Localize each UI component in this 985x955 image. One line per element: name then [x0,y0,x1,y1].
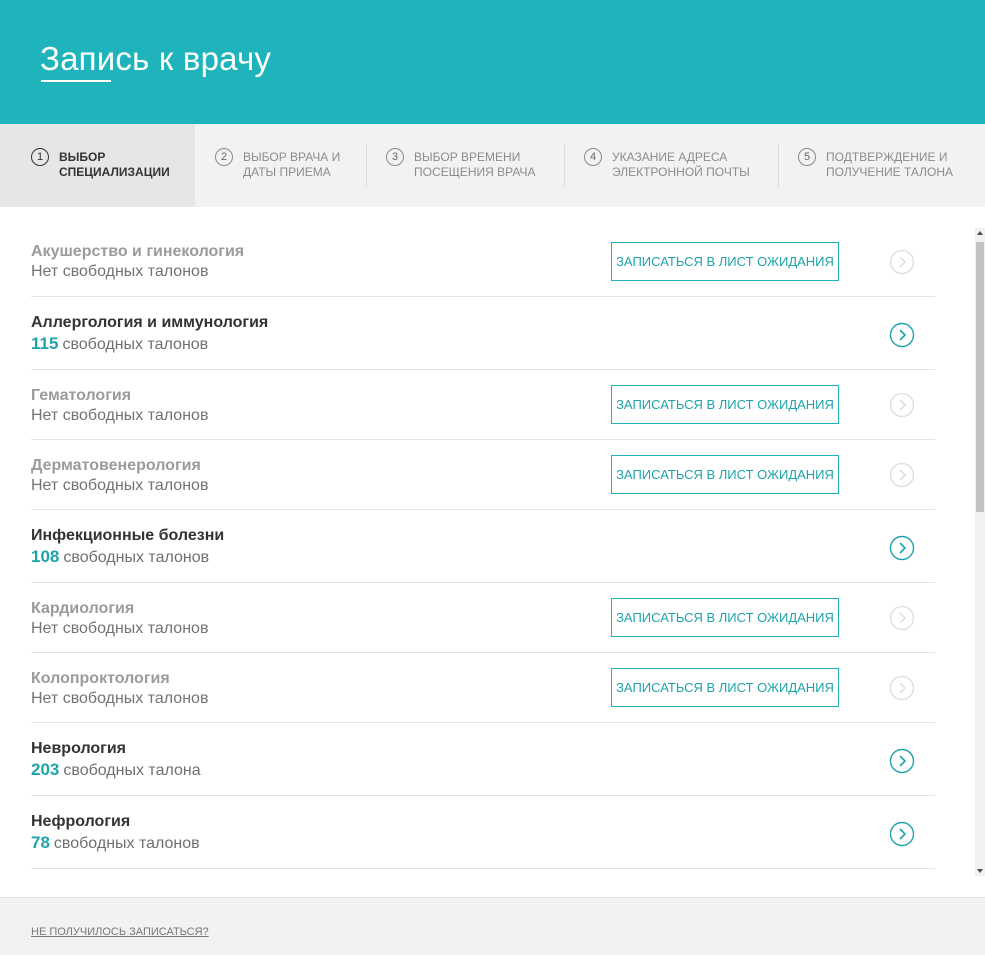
slots-text: свободных талонов [63,549,210,566]
specialty-name: Аллергология и иммунология [31,314,269,331]
specialty-name: Неврология [31,740,126,757]
specialty-name: Дерматовенерология [31,457,201,474]
specialty-row[interactable]: Гематология Нет свободных талонов Записа… [31,370,935,440]
waitlist-button[interactable]: Записаться в лист ожидания [611,598,839,637]
slots-text: свободных талонов [53,835,200,852]
slots-status: 203 свободных талона [31,760,201,780]
scroll-down-icon[interactable] [977,869,983,873]
specialty-row[interactable]: Акушерство и гинекология Нет свободных т… [31,226,935,297]
waitlist-button[interactable]: Записаться в лист ожидания [611,668,839,707]
page-header: Запись к врачу [0,0,985,124]
specialty-row[interactable]: Дерматовенерология Нет свободных талонов… [31,440,935,510]
specialty-row[interactable]: Неврология 203 свободных талона [31,723,935,796]
scroll-up-icon[interactable] [977,231,983,235]
step-number: 2 [215,148,233,166]
specialty-name: Гематология [31,387,132,404]
page-footer: Не получилось записаться? [0,897,985,955]
chevron-right-icon[interactable] [889,821,915,847]
specialty-row[interactable]: Нефрология 78 свободных талонов [31,796,935,869]
chevron-right-icon[interactable] [889,462,915,488]
specialty-name: Кардиология [31,600,135,617]
chevron-right-icon[interactable] [889,249,915,275]
step-number: 3 [386,148,404,166]
chevron-right-icon[interactable] [889,748,915,774]
slots-status: 78 свободных талонов [31,833,200,853]
chevron-right-icon[interactable] [889,322,915,348]
specialty-row[interactable]: Аллергология и иммунология 115 свободных … [31,297,935,370]
slots-text: свободных талонов [62,336,209,353]
step-label: Выбор врача и даты приема [243,150,341,179]
slots-status: Нет свободных талонов [31,263,208,281]
slots-count: 78 [31,833,50,852]
slots-status: Нет свободных талонов [31,690,208,708]
title-underline [41,80,111,82]
page-title: Запись к врачу [40,40,272,77]
slots-text: Нет свободных талонов [31,690,209,707]
chevron-right-icon[interactable] [889,392,915,418]
slots-text: Нет свободных талонов [31,477,209,494]
slots-count: 115 [31,334,59,353]
slots-text: Нет свободных талонов [31,263,209,280]
slots-text: Нет свободных талонов [31,620,209,637]
chevron-right-icon[interactable] [889,535,915,561]
specialty-name: Акушерство и гинекология [31,243,245,260]
slots-count: 203 [31,760,60,779]
vertical-scrollbar[interactable] [975,228,985,876]
help-link[interactable]: Не получилось записаться? [31,926,209,938]
specialty-list: Акушерство и гинекология Нет свободных т… [31,226,935,869]
step-4[interactable]: 4 Указание адреса электронной почты [584,124,774,207]
step-number: 1 [31,148,49,166]
waitlist-button[interactable]: Записаться в лист ожидания [611,242,839,281]
step-number: 5 [798,148,816,166]
slots-status: 108 свободных талонов [31,547,209,567]
wizard-steps: 1 Выбор специализации 2 Выбор врача и да… [0,124,985,207]
specialty-name: Нефрология [31,813,131,830]
step-divider [366,144,367,187]
slots-status: Нет свободных талонов [31,477,208,495]
specialty-row[interactable]: Инфекционные болезни 108 свободных талоно… [31,510,935,583]
step-label: Выбор времени посещения врача [414,150,536,179]
specialty-row[interactable]: Колопроктология Нет свободных талонов За… [31,653,935,723]
slots-status: Нет свободных талонов [31,620,208,638]
step-label: Подтверждение и получение талона [826,150,954,179]
step-divider [564,144,565,187]
waitlist-button[interactable]: Записаться в лист ожидания [611,385,839,424]
waitlist-button[interactable]: Записаться в лист ожидания [611,455,839,494]
step-divider [778,144,779,187]
step-2[interactable]: 2 Выбор врача и даты приема [215,124,365,207]
slots-text: Нет свободных талонов [31,407,209,424]
step-number: 4 [584,148,602,166]
specialty-name: Инфекционные болезни [31,527,225,544]
step-label: Указание адреса электронной почты [612,150,750,179]
specialty-row[interactable]: Кардиология Нет свободных талонов Записа… [31,583,935,653]
slots-count: 108 [31,547,60,566]
step-1[interactable]: 1 Выбор специализации [0,124,195,207]
chevron-right-icon[interactable] [889,675,915,701]
slots-status: 115 свободных талонов [31,334,208,354]
chevron-right-icon[interactable] [889,605,915,631]
specialty-name: Колопроктология [31,670,170,687]
step-5[interactable]: 5 Подтверждение и получение талона [798,124,983,207]
scrollbar-thumb[interactable] [976,242,984,512]
slots-text: свободных талона [63,762,201,779]
step-label: Выбор специализации [59,150,170,179]
slots-status: Нет свободных талонов [31,407,208,425]
step-3[interactable]: 3 Выбор времени посещения врача [386,124,561,207]
